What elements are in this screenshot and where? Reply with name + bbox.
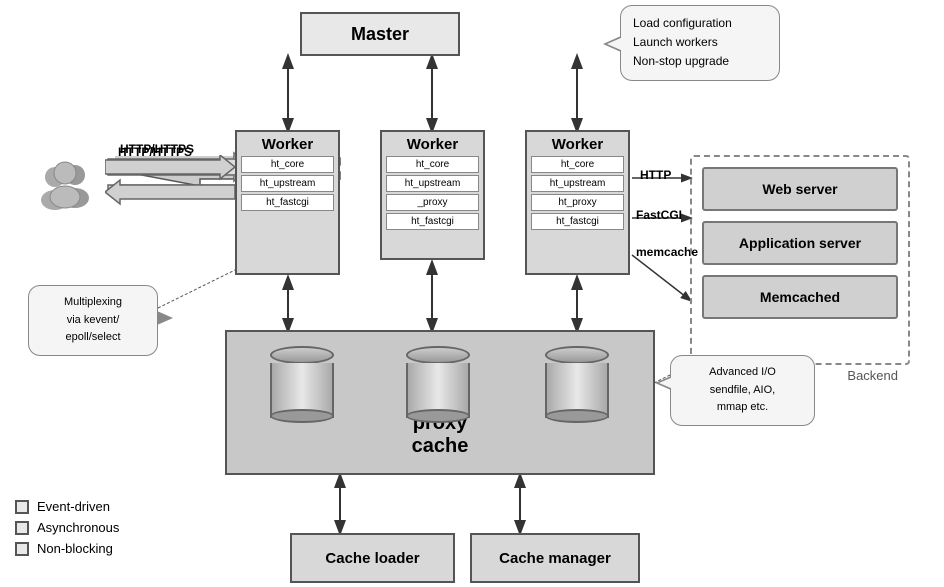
- worker1-title: Worker: [241, 136, 334, 153]
- advio-text: Advanced I/Osendfile, AIO,mmap etc.: [709, 366, 776, 413]
- legend-label-3: Non-blocking: [37, 541, 113, 556]
- multiplexing-bubble: Multiplexingvia kevent/epoll/select: [28, 285, 158, 356]
- legend-item-2: Asynchronous: [15, 520, 119, 535]
- http-https-banner: HTTP/HTTPS: [118, 145, 192, 159]
- backend-box: Web server Application server Memcached …: [690, 155, 910, 365]
- worker3-title: Worker: [531, 136, 624, 153]
- worker3-module-1: ht_core: [531, 156, 624, 173]
- worker2-module-4: ht_fastcgi: [386, 213, 479, 230]
- memcache-label: memcache: [636, 245, 698, 259]
- cache-manager-box: Cache manager: [470, 533, 640, 583]
- cylinder-bottom-2: [406, 409, 470, 423]
- legend-item-1: Event-driven: [15, 499, 119, 514]
- worker1-module-2: ht_upstream: [241, 175, 334, 192]
- legend-square-3: [15, 542, 29, 556]
- http-label: HTTP: [640, 168, 671, 182]
- master-bubble: Load configuration Launch workers Non-st…: [620, 5, 780, 81]
- worker2-module-1: ht_core: [386, 156, 479, 173]
- bubble-line2: Launch workers: [633, 33, 767, 52]
- advio-bubble: Advanced I/Osendfile, AIO,mmap etc.: [670, 355, 815, 426]
- cache-loader-label: Cache loader: [325, 550, 419, 567]
- traffic-arrows: [105, 155, 250, 220]
- app-server-item: Application server: [702, 221, 898, 265]
- legend-square-2: [15, 521, 29, 535]
- worker2-title: Worker: [386, 136, 479, 153]
- worker2-box: Worker ht_core ht_upstream _proxy ht_fas…: [380, 130, 485, 260]
- legend: Event-driven Asynchronous Non-blocking: [15, 499, 119, 562]
- bubble-line1: Load configuration: [633, 14, 767, 33]
- legend-item-3: Non-blocking: [15, 541, 119, 556]
- legend-label-1: Event-driven: [37, 499, 110, 514]
- cylinder-body-2: [406, 363, 470, 418]
- worker2-module-2: ht_upstream: [386, 175, 479, 192]
- worker3-box: Worker ht_core ht_upstream ht_proxy ht_f…: [525, 130, 630, 275]
- web-server-item: Web server: [702, 167, 898, 211]
- cylinder-top-3: [545, 346, 609, 364]
- worker2-module-3: _proxy: [386, 194, 479, 211]
- cylinder-top-2: [406, 346, 470, 364]
- worker3-module-2: ht_upstream: [531, 175, 624, 192]
- worker3-module-4: ht_fastcgi: [531, 213, 624, 230]
- cylinder-body-3: [545, 363, 609, 418]
- cache-loader-box: Cache loader: [290, 533, 455, 583]
- multiplex-text: Multiplexingvia kevent/epoll/select: [64, 296, 122, 343]
- worker3-module-3: ht_proxy: [531, 194, 624, 211]
- worker1-module-3: ht_fastcgi: [241, 194, 334, 211]
- bubble-line3: Non-stop upgrade: [633, 52, 767, 71]
- worker1-module-1: ht_core: [241, 156, 334, 173]
- db-cylinder-1: [270, 345, 334, 418]
- memcached-item: Memcached: [702, 275, 898, 319]
- fastcgi-label: FastCGI: [636, 208, 682, 222]
- diagram: HTTP/HTTPS HTTP FastCGI memcache Master …: [0, 0, 944, 587]
- db-cylinder-2: [406, 345, 470, 418]
- legend-label-2: Asynchronous: [37, 520, 119, 535]
- cache-manager-label: Cache manager: [499, 550, 611, 567]
- cylinder-body-1: [270, 363, 334, 418]
- worker1-box: Worker ht_core ht_upstream ht_fastcgi: [235, 130, 340, 275]
- cylinder-bottom-1: [270, 409, 334, 423]
- legend-square-1: [15, 500, 29, 514]
- cylinder-bottom-3: [545, 409, 609, 423]
- db-cylinder-3: [545, 345, 609, 418]
- backend-label: Backend: [847, 368, 898, 383]
- users-icon: [30, 155, 110, 235]
- cylinder-top-1: [270, 346, 334, 364]
- master-box: Master: [300, 12, 460, 56]
- master-label: Master: [351, 24, 409, 45]
